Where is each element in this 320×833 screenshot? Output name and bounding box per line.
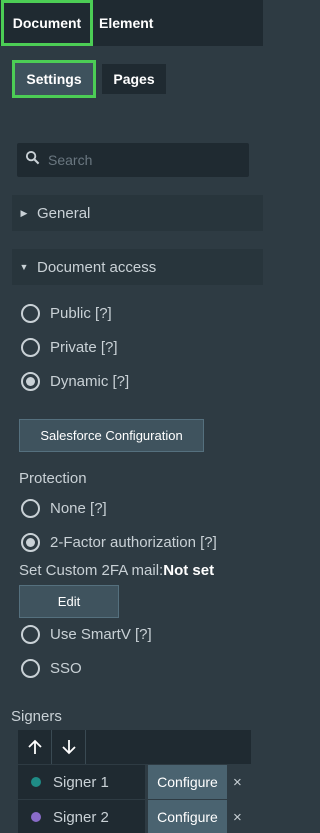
move-down-icon[interactable] (52, 730, 86, 764)
radio-2fa[interactable]: 2-Factor authorization [?] (21, 529, 217, 555)
search-icon (25, 150, 40, 170)
remove-icon[interactable]: × (233, 809, 242, 826)
protection-label: Protection (19, 470, 87, 487)
configure-button[interactable]: Configure (148, 765, 227, 799)
radio-sso-label: SSO (50, 659, 82, 677)
section-document-access[interactable]: ▼ Document access (12, 249, 263, 285)
radio-circle[interactable] (21, 498, 40, 518)
chevron-down-icon: ▼ (19, 262, 29, 272)
signer-color-dot (31, 777, 41, 787)
radio-circle-checked[interactable] (21, 532, 40, 552)
tab-pages[interactable]: Pages (102, 64, 166, 94)
move-up-icon[interactable] (18, 730, 52, 764)
radio-circle-checked[interactable] (21, 371, 40, 391)
search-box (17, 143, 249, 177)
top-tab-bar: Document Element (0, 0, 263, 46)
signers-toolbar (18, 730, 251, 764)
signer-color-dot (31, 812, 41, 822)
section-document-access-title: Document access (37, 258, 157, 276)
section-general[interactable]: ▶ General (12, 195, 263, 231)
chevron-right-icon: ▶ (20, 207, 28, 218)
edit-button[interactable]: Edit (19, 585, 119, 618)
radio-smartv-label: Use SmartV [?] (50, 625, 152, 643)
radio-private-label: Private [?] (50, 338, 118, 356)
radio-dynamic-label: Dynamic [?] (50, 372, 130, 390)
signers-label: Signers (11, 708, 62, 725)
radio-circle[interactable] (21, 658, 40, 678)
radio-none-label: None [?] (50, 499, 107, 517)
radio-dynamic[interactable]: Dynamic [?] (21, 368, 129, 394)
signer-name: Signer 1 (53, 773, 109, 791)
radio-circle[interactable] (21, 624, 40, 644)
remove-icon[interactable]: × (233, 774, 242, 791)
custom-2fa-mail: Set Custom 2FA mail:Not set (19, 562, 214, 579)
radio-circle[interactable] (21, 337, 40, 357)
configure-button[interactable]: Configure (148, 800, 227, 833)
signer-row[interactable]: Signer 1 Configure × (18, 765, 263, 799)
radio-smartv[interactable]: Use SmartV [?] (21, 621, 152, 647)
tab-settings[interactable]: Settings (12, 60, 96, 98)
radio-circle[interactable] (21, 303, 40, 323)
signer-row[interactable]: Signer 2 Configure × (18, 800, 263, 833)
radio-protection-none[interactable]: None [?] (21, 495, 107, 521)
radio-2fa-label: 2-Factor authorization [?] (50, 533, 217, 551)
salesforce-configuration-button[interactable]: Salesforce Configuration (19, 419, 204, 452)
search-input[interactable] (48, 152, 238, 168)
custom-2fa-mail-label: Set Custom 2FA mail: (19, 562, 164, 579)
radio-sso[interactable]: SSO (21, 655, 82, 681)
custom-2fa-mail-value: Not set (163, 562, 215, 579)
radio-private[interactable]: Private [?] (21, 334, 118, 360)
tab-element[interactable]: Element (94, 0, 160, 46)
section-general-title: General (37, 204, 91, 222)
signer-name: Signer 2 (53, 808, 109, 826)
radio-public[interactable]: Public [?] (21, 300, 112, 326)
tab-document[interactable]: Document (1, 0, 93, 46)
radio-public-label: Public [?] (50, 304, 112, 322)
